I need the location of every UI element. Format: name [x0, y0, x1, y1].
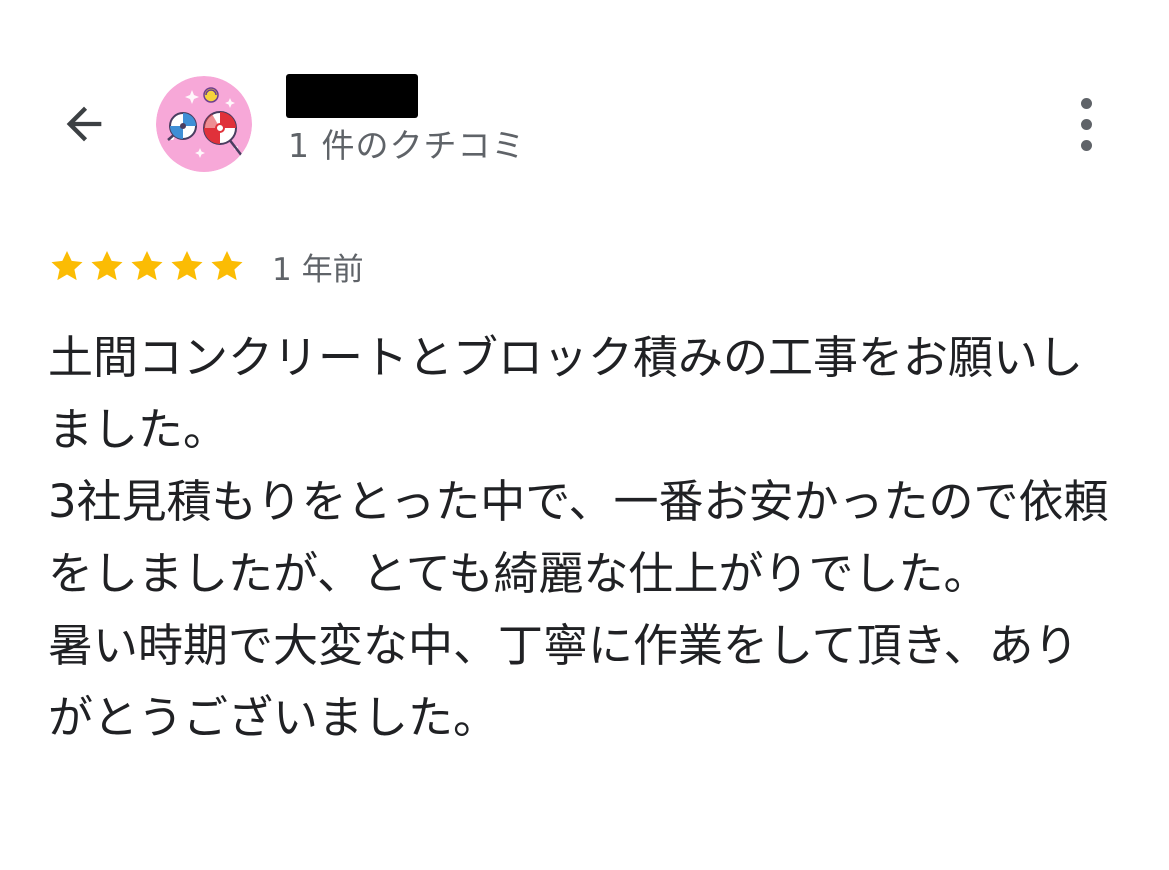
review-text: 土間コンクリートとブロック積みの工事をお願いしました。 3社見積もりをとった中で… — [48, 322, 1118, 754]
candy-avatar-image — [156, 76, 252, 172]
reviewer-name-redacted[interactable] — [286, 74, 418, 118]
star-icon — [208, 247, 246, 285]
star-icon — [128, 247, 166, 285]
more-vert-icon — [1080, 97, 1092, 109]
review-paragraph: 土間コンクリートとブロック積みの工事をお願いしました。 — [48, 331, 1084, 456]
review-paragraph: 暑い時期で大変な中、丁寧に作業をして頂き、ありがとうございました。 — [48, 619, 1079, 744]
rating-row: 1 年前 — [48, 240, 364, 292]
star-icon — [88, 247, 126, 285]
more-options-button[interactable] — [1060, 92, 1112, 156]
review-paragraph: 3社見積もりをとった中で、一番お安かったので依頼をしましたが、とても綺麗な仕上が… — [48, 475, 1109, 600]
star-icon — [48, 247, 86, 285]
more-vert-icon-dot — [1080, 139, 1092, 151]
review-count[interactable]: 1 件のクチコミ — [288, 124, 526, 168]
back-button[interactable] — [52, 92, 116, 156]
review-header: 1 件のクチコミ — [0, 0, 1169, 200]
star-icon — [168, 247, 206, 285]
avatar[interactable] — [156, 76, 252, 172]
arrow-back-icon — [66, 106, 102, 142]
star-rating — [48, 247, 246, 285]
review-date: 1 年前 — [272, 251, 364, 288]
more-vert-icon-dot — [1080, 118, 1092, 130]
